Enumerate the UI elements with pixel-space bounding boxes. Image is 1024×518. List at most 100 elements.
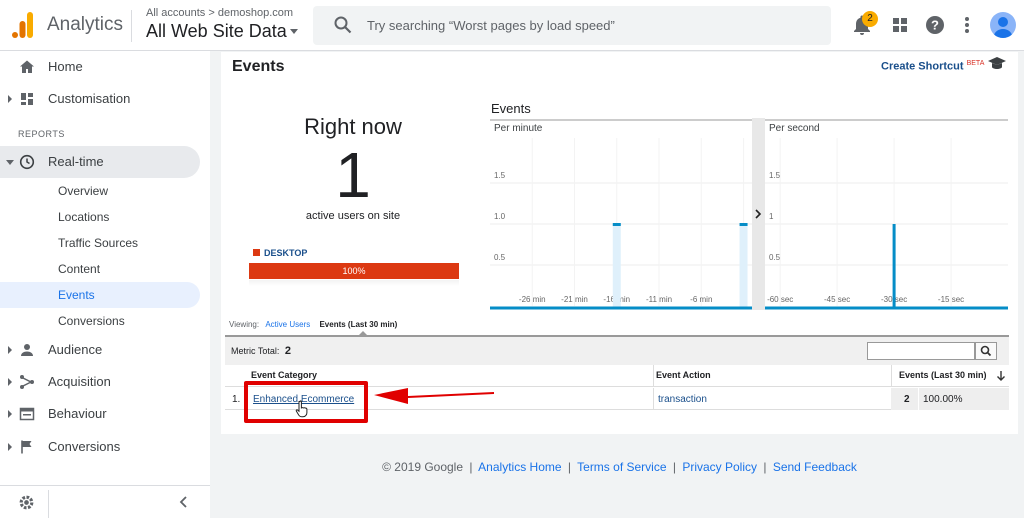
apps-grid-icon[interactable] xyxy=(888,13,912,37)
sidebar-item-label: Customisation xyxy=(48,91,131,106)
account-breadcrumb[interactable]: All accounts > demoshop.com xyxy=(146,7,293,19)
footer-link-privacy[interactable]: Privacy Policy xyxy=(682,460,757,474)
chart-y-tick-label: 0.5 xyxy=(769,253,781,262)
sidebar-footer xyxy=(0,485,210,518)
sidebar-footer-divider xyxy=(48,490,49,518)
sidebar-subitem-conversions[interactable]: Conversions xyxy=(0,308,200,334)
table-search-button[interactable] xyxy=(975,342,997,360)
collapse-caret-icon[interactable] xyxy=(6,160,14,165)
sidebar-subitem-overview[interactable]: Overview xyxy=(0,178,200,204)
table-search-input[interactable] xyxy=(867,342,975,360)
footer-link-feedback[interactable]: Send Feedback xyxy=(773,460,857,474)
notification-badge: 2 xyxy=(862,11,878,27)
footer-separator: | xyxy=(469,460,473,474)
top-header: Analytics All accounts > demoshop.com Al… xyxy=(0,0,1024,51)
flag-icon xyxy=(21,440,32,454)
metric-total-row: Metric Total: 2 xyxy=(225,337,1009,365)
sidebar-item-audience[interactable]: Audience xyxy=(0,334,200,366)
sidebar-subitem-events[interactable]: Events xyxy=(0,282,200,308)
event-action-link[interactable]: transaction xyxy=(658,394,707,405)
sidebar: Home Customisation REPORTS Real-time Ove… xyxy=(0,51,210,518)
sidebar-subitem-traffic-sources[interactable]: Traffic Sources xyxy=(0,230,200,256)
sort-down-arrow-icon[interactable] xyxy=(996,370,1006,382)
search-bar[interactable] xyxy=(313,6,831,45)
chart-x-tick-label: -60 sec xyxy=(767,295,793,304)
sidebar-item-home[interactable]: Home xyxy=(0,51,200,83)
sidebar-subitem-label: Events xyxy=(58,288,95,302)
metric-total-label: Metric Total: xyxy=(231,346,280,356)
chart-x-tick-label: -6 min xyxy=(690,295,712,304)
chart-bar xyxy=(739,223,748,226)
footer-link-terms[interactable]: Terms of Service xyxy=(577,460,666,474)
chart-x-tick-label: -15 sec xyxy=(938,295,964,304)
page-footer: © 2019 Google | Analytics Home | Terms o… xyxy=(221,460,1018,474)
chart-bar xyxy=(892,224,896,308)
create-shortcut-link[interactable]: Create Shortcut BETA xyxy=(881,60,984,73)
search-icon[interactable] xyxy=(334,16,352,34)
column-divider xyxy=(653,365,654,387)
reports-section-label: REPORTS xyxy=(18,129,65,139)
analytics-logo-icon[interactable] xyxy=(12,12,34,38)
metric-total-value: 2 xyxy=(284,345,291,357)
sidebar-item-acquisition[interactable]: Acquisition xyxy=(0,366,200,398)
sidebar-item-label: Home xyxy=(48,59,83,74)
right-now-title: Right now xyxy=(304,114,402,139)
dashboard-icon xyxy=(21,93,33,105)
chevron-down-icon[interactable] xyxy=(290,29,298,34)
column-divider xyxy=(653,388,654,410)
chart-subtitle: Per second xyxy=(769,123,820,134)
home-icon xyxy=(20,60,34,73)
avatar[interactable] xyxy=(990,12,1016,38)
search-icon[interactable] xyxy=(976,343,996,359)
chart-bar xyxy=(612,223,621,226)
expand-caret-icon[interactable] xyxy=(8,378,12,386)
chart-bar-highlight xyxy=(739,224,748,308)
chart-bar-highlight xyxy=(612,224,621,308)
chart-y-tick-label: 1.0 xyxy=(494,212,506,221)
graduation-cap-icon[interactable] xyxy=(987,56,1007,70)
sidebar-subitem-label: Content xyxy=(58,262,101,276)
sidebar-subitem-content[interactable]: Content xyxy=(0,256,200,282)
device-share-bar: 100% xyxy=(249,263,459,279)
tab-events[interactable]: Events (Last 30 min) xyxy=(319,320,397,329)
sidebar-item-label: Acquisition xyxy=(48,374,111,389)
active-users-subtitle: active users on site xyxy=(305,210,401,222)
sidebar-item-customisation[interactable]: Customisation xyxy=(0,83,200,115)
gear-icon[interactable] xyxy=(18,494,35,511)
help-icon[interactable]: ? xyxy=(923,13,947,37)
svg-text:?: ? xyxy=(931,18,939,33)
footer-separator: | xyxy=(672,460,676,474)
sidebar-item-conversions[interactable]: Conversions xyxy=(0,431,200,463)
expand-caret-icon[interactable] xyxy=(8,410,12,418)
chart-y-tick-label: 1.5 xyxy=(769,171,781,180)
chart-x-tick-label: -45 sec xyxy=(824,295,850,304)
footer-link-analytics-home[interactable]: Analytics Home xyxy=(478,460,561,474)
column-divider xyxy=(891,365,892,387)
column-divider xyxy=(918,388,919,410)
create-shortcut-label[interactable]: Create Shortcut xyxy=(881,61,964,73)
active-users-count: 1 xyxy=(335,139,371,211)
column-header-event-action[interactable]: Event Action xyxy=(656,370,711,380)
hand-cursor-icon xyxy=(295,400,308,418)
sidebar-item-behaviour[interactable]: Behaviour xyxy=(0,398,200,430)
expand-caret-icon[interactable] xyxy=(8,443,12,451)
events-metric-cell: 2 100.00% xyxy=(891,388,1009,410)
column-header-event-category[interactable]: Event Category xyxy=(251,370,317,380)
tab-active-users[interactable]: Active Users xyxy=(265,320,310,329)
sidebar-subitem-locations[interactable]: Locations xyxy=(0,204,200,230)
expand-caret-icon[interactable] xyxy=(8,95,12,103)
sidebar-item-realtime[interactable]: Real-time xyxy=(0,146,200,178)
chart-y-tick-label: 1 xyxy=(769,212,774,221)
search-input[interactable] xyxy=(367,6,817,45)
chart-x-tick-label: -21 min xyxy=(561,295,588,304)
sidebar-subitem-label: Overview xyxy=(58,184,109,198)
expand-caret-icon[interactable] xyxy=(8,346,12,354)
row-index: 1. xyxy=(232,394,241,405)
user-silhouette-icon xyxy=(993,17,1013,38)
chart-x-tick-label: -11 min xyxy=(646,295,672,304)
collapse-chevron-icon[interactable] xyxy=(178,496,190,508)
view-selector[interactable]: All Web Site Data xyxy=(146,21,287,42)
more-vert-icon[interactable] xyxy=(955,13,979,37)
column-header-events[interactable]: Events (Last 30 min) xyxy=(899,370,987,380)
sidebar-item-label: Conversions xyxy=(48,439,121,454)
